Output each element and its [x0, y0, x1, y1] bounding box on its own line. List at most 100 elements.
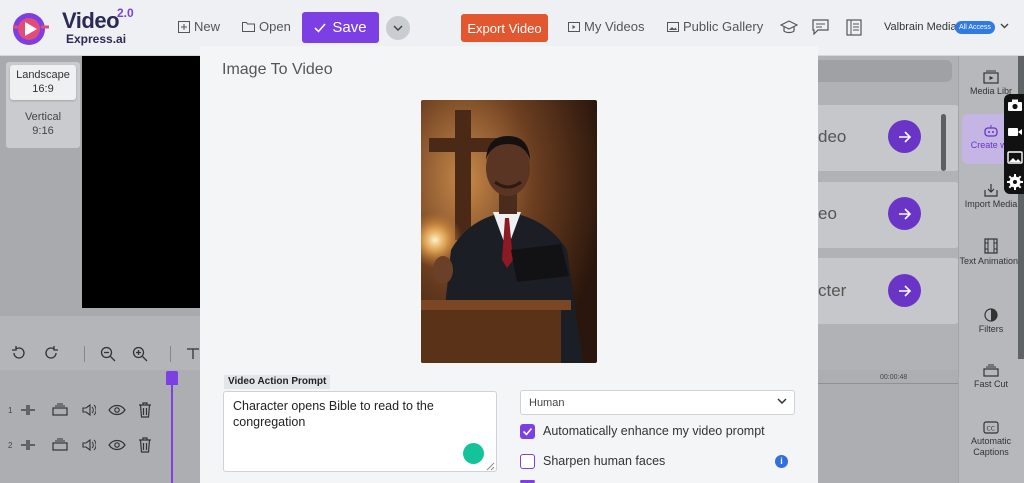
volume-icon[interactable]: [82, 439, 96, 451]
landscape-option[interactable]: Landscape 16:9: [10, 65, 76, 100]
chat-icon[interactable]: [812, 19, 829, 35]
track-number: 2: [8, 441, 13, 450]
sidebar-label: Import Media: [964, 199, 1018, 209]
video-camera-icon[interactable]: [1007, 126, 1023, 138]
track-row: 2: [0, 430, 200, 460]
sidebar-item-automatic-captions[interactable]: CC Automatic Captions: [958, 421, 1024, 458]
volume-icon[interactable]: [82, 404, 96, 416]
eye-icon[interactable]: [108, 439, 126, 451]
captions-icon: CC: [983, 421, 999, 434]
import-icon: [984, 184, 998, 197]
export-video-button[interactable]: Export Video: [461, 14, 548, 42]
vertical-ratio: 9:16: [32, 125, 54, 137]
video-preview: [82, 56, 200, 308]
logo-subtext: Express.ai: [66, 32, 127, 46]
source-image: [421, 100, 597, 363]
zoom-in-icon[interactable]: [132, 346, 148, 362]
access-badge: All Access: [955, 21, 995, 34]
enhance-prompt-checkbox[interactable]: [520, 424, 535, 439]
timeline-tracks: [0, 370, 200, 483]
save-button[interactable]: Save: [302, 12, 379, 43]
layers-icon[interactable]: [52, 438, 68, 451]
camera-icon[interactable]: [1007, 98, 1023, 112]
svg-text:CC: CC: [987, 426, 995, 433]
chevron-down-icon[interactable]: [1000, 23, 1009, 29]
my-videos-label: My Videos: [584, 19, 645, 34]
floating-capture-toolbar: [1004, 94, 1024, 194]
folder-icon: [242, 22, 255, 32]
card-label: eo: [818, 204, 837, 223]
sidebar-label: Filters: [978, 324, 1004, 334]
split-icon[interactable]: [186, 346, 200, 360]
open-button[interactable]: Open: [242, 19, 291, 34]
panel-scrollbar[interactable]: [941, 114, 946, 171]
divider: [170, 346, 171, 362]
prompt-label: Video Action Prompt: [224, 375, 331, 389]
redo-icon[interactable]: [44, 346, 58, 360]
my-videos-link[interactable]: My Videos: [568, 19, 644, 34]
vertical-label: Vertical: [24, 111, 62, 123]
resize-handle-icon[interactable]: [486, 462, 495, 471]
playhead[interactable]: [171, 371, 173, 483]
image-icon[interactable]: [1007, 150, 1023, 164]
timeline-area: [818, 370, 958, 483]
arrow-right-icon[interactable]: [888, 274, 921, 307]
layers-icon[interactable]: [52, 403, 68, 416]
check-icon: [314, 22, 326, 33]
trash-icon[interactable]: [138, 402, 152, 418]
logo-version: 2.0: [117, 6, 134, 20]
public-gallery-link[interactable]: Public Gallery: [667, 19, 763, 34]
chevron-down-icon[interactable]: [777, 398, 787, 404]
ruler-line: [818, 383, 958, 384]
app-logo[interactable]: Video Express.ai 2.0: [10, 6, 140, 50]
grammarly-icon[interactable]: [463, 443, 484, 464]
save-options-button[interactable]: [386, 16, 410, 40]
card-label: deo: [818, 127, 847, 146]
modal-title: Image To Video: [222, 61, 333, 78]
track-number: 1: [8, 406, 13, 415]
save-label: Save: [332, 19, 367, 36]
zoom-out-icon[interactable]: [100, 346, 116, 362]
logo-gear-icon: [13, 13, 49, 45]
video-icon: [568, 21, 580, 32]
video-action-prompt-input[interactable]: Character opens Bible to read to the con…: [223, 391, 497, 472]
sidebar-item-text-animations[interactable]: Text Animations: [958, 238, 1024, 267]
gear-icon[interactable]: [1007, 174, 1023, 190]
select-value: Human: [529, 397, 565, 409]
vertical-option[interactable]: Vertical 9:16: [10, 110, 76, 144]
robot-icon: [984, 125, 998, 137]
eye-icon[interactable]: [108, 404, 126, 416]
sharpen-faces-checkbox[interactable]: [520, 454, 535, 469]
open-label: Open: [259, 19, 291, 34]
info-icon[interactable]: i: [775, 455, 788, 468]
enhance-prompt-label: Automatically enhance my video prompt: [543, 424, 765, 438]
arrow-right-icon[interactable]: [888, 197, 921, 230]
panel-header-strip: [818, 60, 952, 82]
card-label: cter: [818, 281, 847, 300]
document-icon[interactable]: [846, 19, 862, 36]
landscape-label: Landscape: [16, 69, 70, 81]
graduation-cap-icon[interactable]: [780, 20, 798, 35]
new-icon: [178, 20, 190, 33]
fast-cut-icon: [983, 364, 999, 377]
film-icon: [984, 238, 998, 254]
check-icon: [522, 427, 533, 436]
trim-icon[interactable]: [20, 404, 36, 416]
sidebar-item-media-library[interactable]: Media Libr: [958, 70, 1024, 97]
time-marker: 00:00:48: [880, 374, 908, 381]
trash-icon[interactable]: [138, 437, 152, 453]
track-row: 1: [0, 395, 200, 425]
undo-icon[interactable]: [12, 346, 26, 360]
sidebar-label: Fast Cut: [973, 379, 1008, 389]
logo-text: Video: [62, 8, 120, 33]
prompt-text: Character opens Bible to read to the con…: [233, 399, 434, 429]
landscape-ratio: 16:9: [32, 83, 54, 95]
trim-icon[interactable]: [20, 439, 36, 451]
new-button[interactable]: New: [178, 19, 220, 34]
sidebar-item-fast-cut[interactable]: Fast Cut: [958, 364, 1024, 390]
sidebar-item-filters[interactable]: Filters: [958, 308, 1024, 335]
filters-icon: [984, 308, 998, 322]
user-name[interactable]: Valbrain Media: [884, 21, 957, 33]
arrow-right-icon[interactable]: [888, 120, 921, 153]
character-type-select[interactable]: Human: [520, 390, 795, 415]
